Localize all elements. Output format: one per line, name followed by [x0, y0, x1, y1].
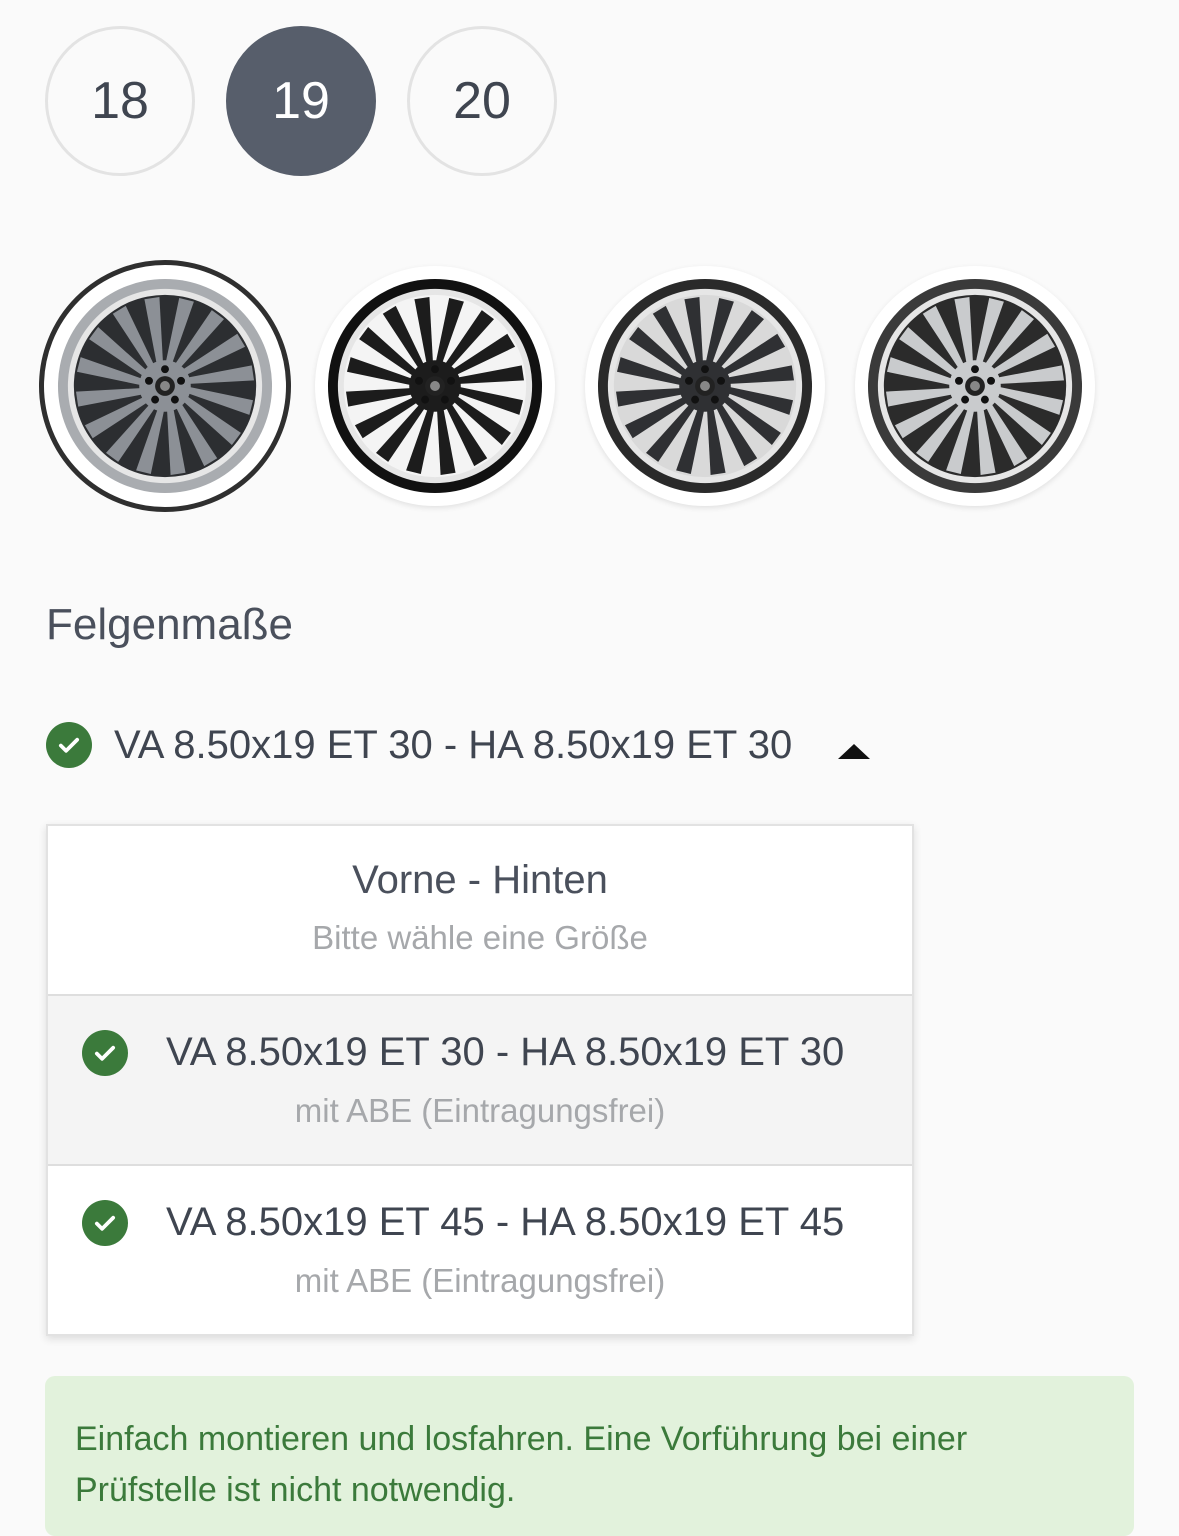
dropdown-subtitle: Bitte wähle eine Größe: [312, 919, 648, 956]
select-current-value: VA 8.50x19 ET 30 - HA 8.50x19 ET 30: [114, 722, 793, 767]
option-label: VA 8.50x19 ET 30 - HA 8.50x19 ET 30: [166, 1030, 845, 1074]
option-label: VA 8.50x19 ET 45 - HA 8.50x19 ET 45: [166, 1200, 845, 1244]
wheel-swatch-matt-black[interactable]: [585, 266, 825, 506]
caret-up-icon[interactable]: [838, 743, 871, 759]
wheel-color-selector: [39, 260, 1119, 512]
dropdown-title: Vorne - Hinten: [352, 858, 608, 902]
wheel-swatch-black-polished[interactable]: [855, 266, 1095, 506]
dropdown-header: Vorne - Hinten Bitte wähle eine Größe: [48, 826, 912, 996]
wheel-swatch-gunmetal[interactable]: [39, 260, 291, 512]
wheel-black-image: [327, 278, 543, 494]
abe-info-notice: Einfach montieren und losfahren. Eine Vo…: [45, 1376, 1134, 1536]
wheel-black-polished-image: [867, 278, 1083, 494]
section-title-rim-dimensions: Felgenmaße: [46, 600, 294, 649]
check-circle-icon: [46, 722, 92, 768]
dropdown-option-et45[interactable]: VA 8.50x19 ET 45 - HA 8.50x19 ET 45 mit …: [48, 1166, 912, 1336]
option-note: mit ABE (Eintragungsfrei): [294, 1092, 666, 1129]
size-18-button[interactable]: 18: [45, 26, 195, 176]
check-circle-icon: [82, 1200, 128, 1246]
rim-dimension-select[interactable]: VA 8.50x19 ET 30 - HA 8.50x19 ET 30: [46, 722, 871, 768]
wheel-gunmetal-image: [57, 278, 273, 494]
option-note: mit ABE (Eintragungsfrei): [294, 1262, 666, 1299]
size-20-button[interactable]: 20: [407, 26, 557, 176]
wheel-swatch-black[interactable]: [315, 266, 555, 506]
rim-dimension-dropdown: Vorne - Hinten Bitte wähle eine Größe VA…: [46, 824, 914, 1336]
rim-size-selector: 18 19 20: [45, 26, 557, 176]
wheel-matt-black-image: [597, 278, 813, 494]
dropdown-option-et30[interactable]: VA 8.50x19 ET 30 - HA 8.50x19 ET 30 mit …: [48, 996, 912, 1166]
size-19-button[interactable]: 19: [226, 26, 376, 176]
check-circle-icon: [82, 1030, 128, 1076]
